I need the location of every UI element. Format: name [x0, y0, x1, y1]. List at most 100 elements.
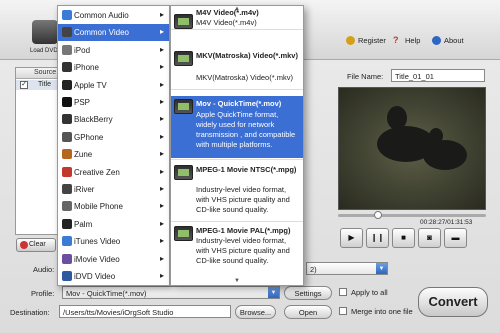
column-source[interactable]: Source [34, 69, 56, 76]
merge-checkbox[interactable] [339, 307, 347, 315]
blackberry-icon [62, 114, 72, 125]
format-description: CD-like sound quality. [196, 205, 269, 214]
format-description: M4V Video(*.m4v) [196, 18, 257, 27]
menu-item[interactable]: iPod ▸ [58, 42, 169, 59]
format-item[interactable]: Mov - QuickTime(*.mov) Apple QuickTime fo… [171, 96, 303, 158]
menu-item[interactable]: iTunes Video ▸ [58, 233, 169, 250]
idvd-icon [62, 271, 72, 281]
chevron-right-icon: ▸ [159, 131, 164, 141]
format-description: widely used for network [196, 120, 275, 129]
divider [171, 89, 303, 90]
clear-button[interactable]: Clear [16, 238, 56, 252]
format-item[interactable]: MPEG-1 Movie NTSC(*.mpg) Industry-level v… [171, 162, 303, 220]
destination-field[interactable]: /Users/tts/Movies/iOrgSoft Studio [59, 305, 231, 318]
menu-item[interactable]: iMovie Video ▸ [58, 251, 169, 268]
menu-item[interactable]: PSP ▸ [58, 94, 169, 111]
row-checkbox[interactable]: ✓ [20, 81, 28, 89]
iphone-icon [62, 62, 72, 73]
film-icon [174, 99, 193, 114]
stop-icon: ■ [401, 233, 406, 242]
film-icon [62, 27, 72, 38]
help-label: Help [405, 36, 421, 45]
play-icon: ▶ [348, 233, 355, 242]
profile-select[interactable]: Mov - QuickTime(*.mov) ▼ [62, 286, 280, 299]
apply-to-all-label: Apply to all [351, 288, 388, 297]
format-item[interactable]: MKV(Matroska) Video(*.mkv) MKV(Matroska) … [171, 48, 303, 88]
about-link[interactable]: About [432, 36, 464, 45]
merge-label: Merge into one file [351, 307, 413, 316]
music-note-icon [62, 10, 72, 20]
folder-icon: ▬ [451, 233, 460, 242]
apply-to-all-checkbox[interactable] [339, 288, 347, 296]
menu-item[interactable]: GPhone ▸ [58, 129, 169, 146]
format-item[interactable]: MPEG-1 Movie PAL(*.mpg) Industry-level vi… [171, 223, 303, 279]
settings-button[interactable]: Settings [284, 286, 332, 300]
pause-icon: ❙❙ [370, 233, 385, 242]
pause-button[interactable]: ❙❙ [366, 228, 389, 248]
format-item[interactable]: M4V Video(*.m4v) M4V Video(*.m4v) [171, 8, 303, 29]
row-title: Title [38, 81, 51, 88]
play-button[interactable]: ▶ [340, 228, 363, 248]
file-name-field[interactable]: Title_01_01 [391, 69, 485, 82]
menu-item[interactable]: Creative Zen ▸ [58, 164, 169, 181]
menu-item[interactable]: Common Video ▸ [58, 24, 169, 42]
stop-button[interactable]: ■ [392, 228, 415, 248]
chevron-right-icon: ▸ [159, 97, 164, 106]
audio-select-value: 2) [310, 265, 317, 274]
menu-item[interactable]: iPhone ▸ [58, 59, 169, 76]
convert-button[interactable]: Convert [418, 287, 488, 317]
load-dvd-button[interactable]: Load DVD [28, 18, 60, 58]
seek-bar[interactable] [338, 211, 486, 219]
chevron-down-icon: ▼ [268, 287, 279, 298]
menu-item[interactable]: iDVD Video ▸ [58, 268, 169, 285]
menu-item[interactable]: Mobile Phone ▸ [58, 198, 169, 215]
scroll-down-icon[interactable]: ▼ [171, 278, 303, 285]
browse-button[interactable]: Browse... [235, 305, 276, 319]
chevron-right-icon: ▸ [159, 236, 164, 246]
chevron-right-icon: ▸ [159, 166, 164, 176]
menu-item-label: PSP [74, 98, 91, 107]
menu-item[interactable]: Apple TV ▸ [58, 77, 169, 94]
help-link[interactable]: ? Help [393, 35, 421, 46]
format-description: MKV(Matroska) Video(*.mkv) [196, 73, 293, 82]
film-icon [174, 226, 193, 241]
format-title: MKV(Matroska) Video(*.mkv) [196, 51, 298, 60]
menu-item[interactable]: iRiver ▸ [58, 181, 169, 198]
snapshot-button[interactable]: ◙ [418, 228, 441, 248]
format-title: MPEG-1 Movie PAL(*.mpg) [196, 226, 291, 235]
camera-icon: ◙ [427, 233, 432, 242]
format-title: Mov - QuickTime(*.mov) [196, 99, 282, 108]
format-description: Industry-level video format, [196, 185, 287, 194]
folder-button[interactable]: ▬ [444, 228, 467, 248]
menu-item[interactable]: Common Audio ▸ [58, 7, 169, 24]
menu-item[interactable]: Zune ▸ [58, 146, 169, 163]
info-icon [432, 36, 441, 45]
apple-tv-icon [62, 79, 72, 90]
imovie-icon [62, 253, 72, 264]
format-description: transmission , and compatible [196, 130, 296, 139]
chevron-right-icon: ▸ [159, 253, 164, 263]
format-submenu: ▲ ▼ M4V Video(*.m4v) M4V Video(*.m4v) MKV(… [170, 5, 304, 286]
audio-label: Audio: [33, 265, 55, 274]
video-preview [338, 87, 486, 210]
playback-controls: ▶ ❙❙ ■ ◙ ▬ [340, 228, 486, 250]
chevron-right-icon: ▸ [159, 184, 164, 193]
menu-item-label: iPhone [74, 63, 99, 73]
audio-select[interactable]: 2) ▼ [306, 262, 388, 275]
film-icon [174, 165, 193, 180]
profile-select-value: Mov - QuickTime(*.mov) [66, 289, 147, 298]
menu-item-label: GPhone [74, 132, 104, 142]
format-title: MPEG-1 Movie NTSC(*.mpg) [196, 165, 297, 174]
open-button[interactable]: Open [284, 305, 332, 319]
chevron-right-icon: ▸ [159, 79, 164, 89]
menu-item[interactable]: Palm ▸ [58, 216, 169, 233]
register-label: Register [358, 36, 386, 45]
seek-handle[interactable] [374, 211, 382, 219]
itunes-icon [62, 236, 72, 247]
question-icon: ? [393, 35, 399, 45]
divider [171, 221, 303, 222]
chevron-right-icon: ▸ [159, 218, 164, 228]
register-link[interactable]: Register [346, 36, 386, 45]
menu-item-label: Common Audio [74, 11, 129, 20]
menu-item[interactable]: BlackBerry ▸ [58, 111, 169, 128]
